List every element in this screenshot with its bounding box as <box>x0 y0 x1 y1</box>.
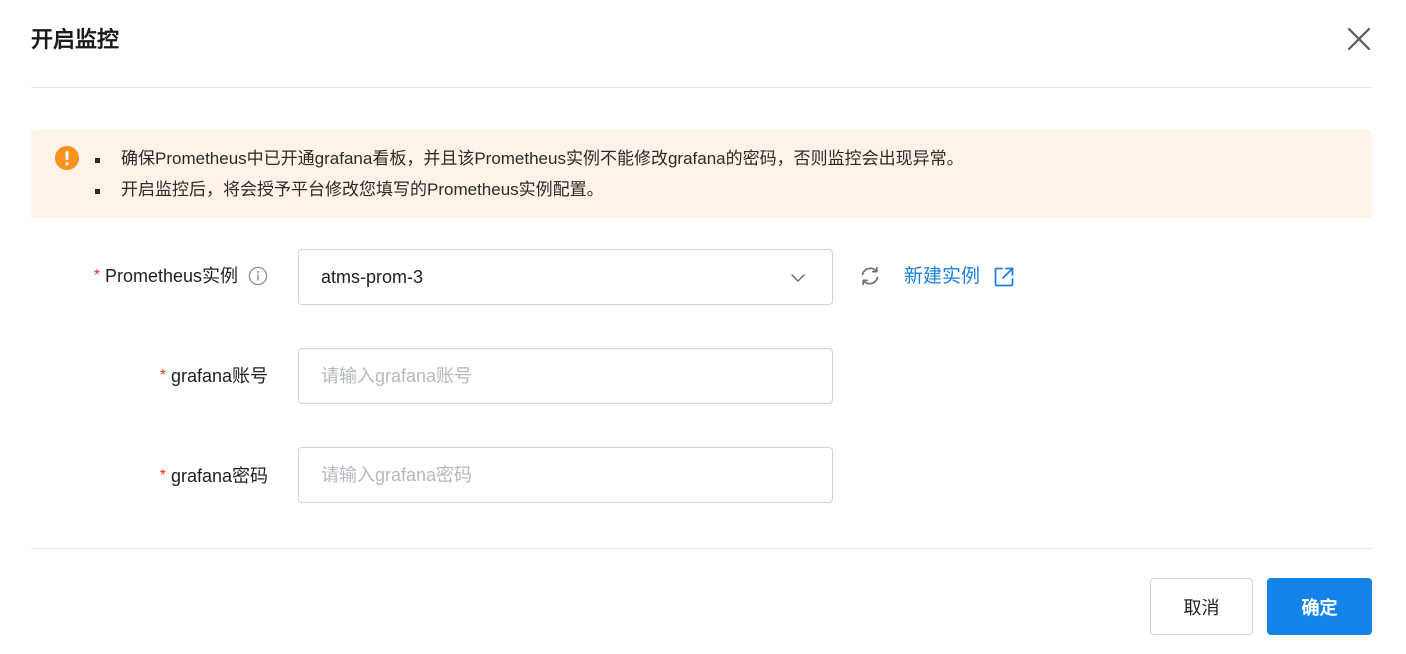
refresh-icon <box>861 266 879 286</box>
cancel-button[interactable]: 取消 <box>1150 578 1253 635</box>
header-divider <box>31 87 1372 88</box>
warning-icon <box>55 146 79 170</box>
grafana-account-label-text: grafana账号 <box>170 366 268 386</box>
warning-alert: 确保Prometheus中已开通grafana看板，并且该Prometheus实… <box>31 130 1372 218</box>
chevron-down-icon <box>791 274 805 282</box>
grafana-account-label: * grafana账号 <box>160 363 268 389</box>
required-mark: * <box>93 267 100 284</box>
close-button[interactable] <box>1342 22 1376 56</box>
confirm-button[interactable]: 确定 <box>1267 578 1372 635</box>
grafana-password-input[interactable] <box>299 448 832 502</box>
grafana-account-input[interactable] <box>299 349 832 403</box>
dialog-header: 开启监控 <box>0 0 1406 88</box>
info-icon[interactable] <box>248 266 268 286</box>
grafana-password-field[interactable] <box>298 447 833 503</box>
close-icon <box>1347 27 1371 51</box>
new-instance-link-label: 新建实例 <box>904 266 981 287</box>
enable-monitoring-dialog: 开启监控 确保Prometheus中已开通grafana看板，并且该Promet… <box>0 0 1406 654</box>
footer-divider <box>31 548 1372 549</box>
dialog-title: 开启监控 <box>31 27 120 52</box>
grafana-password-label-text: grafana密码 <box>170 466 268 486</box>
alert-item: 开启监控后，将会授予平台修改您填写的Prometheus实例配置。 <box>93 176 964 207</box>
required-mark: * <box>159 467 166 484</box>
grafana-password-label: * grafana密码 <box>160 463 268 489</box>
alert-list: 确保Prometheus中已开通grafana看板，并且该Prometheus实… <box>93 145 964 207</box>
alert-item: 确保Prometheus中已开通grafana看板，并且该Prometheus实… <box>93 145 964 176</box>
new-instance-link[interactable]: 新建实例 <box>904 263 1016 291</box>
prometheus-instance-label-text: Prometheus实例 <box>104 266 238 286</box>
grafana-account-field[interactable] <box>298 348 833 404</box>
required-mark: * <box>159 367 166 384</box>
prometheus-instance-value: atms-prom-3 <box>321 267 424 287</box>
prometheus-instance-label: * Prometheus实例 <box>94 263 268 289</box>
external-link-icon <box>994 267 1014 287</box>
refresh-button[interactable] <box>858 264 882 288</box>
prometheus-instance-select[interactable]: atms-prom-3 <box>298 249 833 305</box>
